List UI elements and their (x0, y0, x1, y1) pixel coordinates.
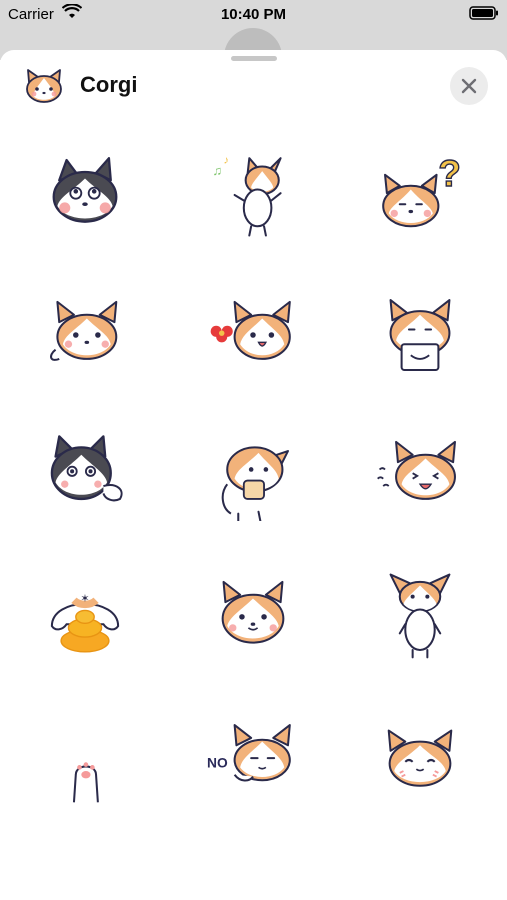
svg-text:♪: ♪ (224, 155, 230, 167)
corgi-paw-art (72, 762, 99, 803)
sticker-sheet: Corgi ♫ ♪ ? ✶ NO (0, 50, 507, 900)
corgi-waving-sticker[interactable] (20, 280, 150, 390)
corgi-question-mark-sticker[interactable]: ? (355, 140, 485, 250)
no-text: NO (207, 755, 228, 770)
svg-text:♫: ♫ (213, 163, 223, 178)
corgi-laughing-art (377, 440, 456, 500)
battery-icon (469, 6, 498, 20)
clock: 10:40 PM (220, 6, 287, 23)
corgi-waving-art (50, 300, 118, 361)
husky-peeking-art (50, 435, 123, 502)
corgi-holding-cat-sticker[interactable] (188, 420, 318, 530)
corgi-no-art: NO (207, 724, 291, 782)
corgi-holding-sign-sticker[interactable] (355, 280, 485, 390)
sticker-pack-title: Corgi (80, 72, 138, 97)
corgi-poop-art: ✶ (50, 593, 120, 653)
status-bar: Carrier 10:40 PM (0, 0, 507, 30)
corgi-content-art (387, 729, 453, 787)
corgi-standing-sticker[interactable] (355, 560, 485, 670)
sheet-grabber[interactable] (231, 56, 277, 61)
corgi-poop-sticker[interactable]: ✶ (20, 560, 150, 670)
corgi-sign-art (389, 299, 451, 371)
corgi-flower-sticker[interactable] (188, 280, 318, 390)
corgi-dancing-music-sticker[interactable]: ♫ ♪ (188, 140, 318, 250)
corgi-dancing-art: ♫ ♪ (213, 155, 282, 237)
corgi-paw-sticker[interactable] (20, 705, 150, 815)
corgi-content-sticker[interactable] (355, 705, 485, 815)
corgi-cat-art (221, 446, 289, 521)
corgi-face-icon (26, 69, 62, 103)
corgi-question-art: ? (382, 152, 462, 228)
corgi-smiling-art (221, 580, 285, 644)
corgi-smiling-sticker[interactable] (188, 560, 318, 670)
husky-thinking-art (52, 157, 118, 223)
close-button[interactable] (450, 67, 488, 105)
corgi-laughing-sticker[interactable] (355, 420, 485, 530)
svg-text:✶: ✶ (80, 593, 89, 605)
close-icon (461, 78, 477, 94)
svg-text:?: ? (438, 153, 460, 194)
corgi-standing-art (389, 573, 451, 659)
husky-peeking-sticker[interactable] (20, 420, 150, 530)
corgi-flower-art (210, 300, 291, 360)
husky-thinking-sticker[interactable] (20, 140, 150, 250)
corgi-no-sticker[interactable]: NO (188, 705, 318, 815)
